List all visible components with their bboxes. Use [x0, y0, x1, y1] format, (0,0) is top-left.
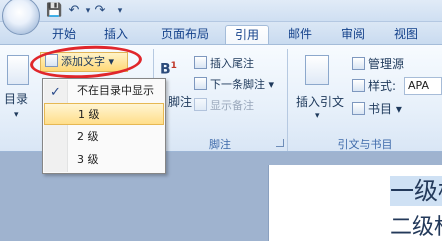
manage-sources-icon: [352, 57, 365, 70]
insert-endnote-button[interactable]: 插入尾注: [194, 56, 254, 72]
toc-icon[interactable]: [7, 55, 29, 85]
bibliography-icon: [352, 102, 365, 115]
tab-insert[interactable]: 插入: [98, 25, 134, 44]
toc-dropdown-icon[interactable]: ▾: [14, 107, 19, 123]
show-notes-icon: [194, 98, 207, 111]
tab-home[interactable]: 开始: [46, 25, 82, 44]
add-text-menu: ✓ 不在目录中显示 1 级 2 级 3 级: [42, 78, 166, 174]
menu-item-do-not-show[interactable]: ✓ 不在目录中显示: [44, 80, 164, 102]
insert-citation-icon[interactable]: [305, 55, 329, 85]
insert-footnote-button[interactable]: 脚注: [168, 94, 192, 110]
tab-review[interactable]: 审阅: [335, 25, 371, 44]
bibliography-button[interactable]: 书目 ▾: [352, 101, 402, 117]
menu-item-level-3[interactable]: 3 级: [44, 149, 164, 171]
style-selector[interactable]: 样式:: [352, 78, 396, 94]
insert-endnote-label: 插入尾注: [210, 57, 254, 70]
heading-level-2[interactable]: 二级标: [390, 215, 442, 241]
next-footnote-button[interactable]: 下一条脚注 ▾: [194, 77, 274, 93]
menu-item-label: 3 级: [77, 153, 99, 166]
toc-button[interactable]: 目录: [4, 91, 28, 107]
manage-sources-label: 管理源: [368, 57, 405, 71]
customize-icon[interactable]: ▾: [112, 3, 128, 19]
manage-sources-button[interactable]: 管理源: [352, 56, 404, 72]
footnote-dialog-launcher-icon[interactable]: [276, 139, 284, 147]
footnote-group-label: 脚注: [209, 138, 231, 151]
tab-references[interactable]: 引用: [225, 25, 269, 44]
menu-item-label: 2 级: [77, 130, 99, 143]
style-icon: [352, 79, 365, 92]
tab-mailings[interactable]: 邮件: [282, 25, 318, 44]
citation-group-label: 引文与书目: [337, 138, 393, 151]
group-separator: [287, 49, 288, 151]
tab-view[interactable]: 视图: [388, 25, 424, 44]
insert-citation-button[interactable]: 插入引文: [296, 94, 344, 110]
menu-item-level-1[interactable]: 1 级: [44, 103, 164, 125]
bibliography-label: 书目 ▾: [368, 102, 402, 116]
show-notes-label: 显示备注: [210, 99, 254, 112]
style-label: 样式:: [368, 79, 397, 93]
menu-item-level-2[interactable]: 2 级: [44, 126, 164, 148]
endnote-icon: [194, 56, 207, 69]
show-notes-button: 显示备注: [194, 98, 254, 114]
menu-item-label: 1 级: [78, 108, 100, 121]
style-dropdown[interactable]: APA: [404, 77, 442, 95]
insert-footnote-icon[interactable]: B1: [160, 58, 177, 78]
checkmark-icon: ✓: [50, 85, 61, 100]
next-footnote-label: 下一条脚注 ▾: [210, 78, 275, 91]
heading-level-1[interactable]: 一级标: [390, 176, 442, 206]
ribbon-tabs: 开始 插入 页面布局 引用 邮件 审阅 视图: [0, 22, 442, 44]
tab-page-layout[interactable]: 页面布局: [153, 25, 217, 44]
menu-item-label: 不在目录中显示: [77, 84, 154, 97]
save-icon[interactable]: 💾: [46, 3, 62, 19]
next-footnote-icon: [194, 77, 207, 90]
redo-icon[interactable]: ↷: [92, 3, 108, 19]
insert-citation-dropdown-icon[interactable]: ▾: [315, 108, 320, 124]
